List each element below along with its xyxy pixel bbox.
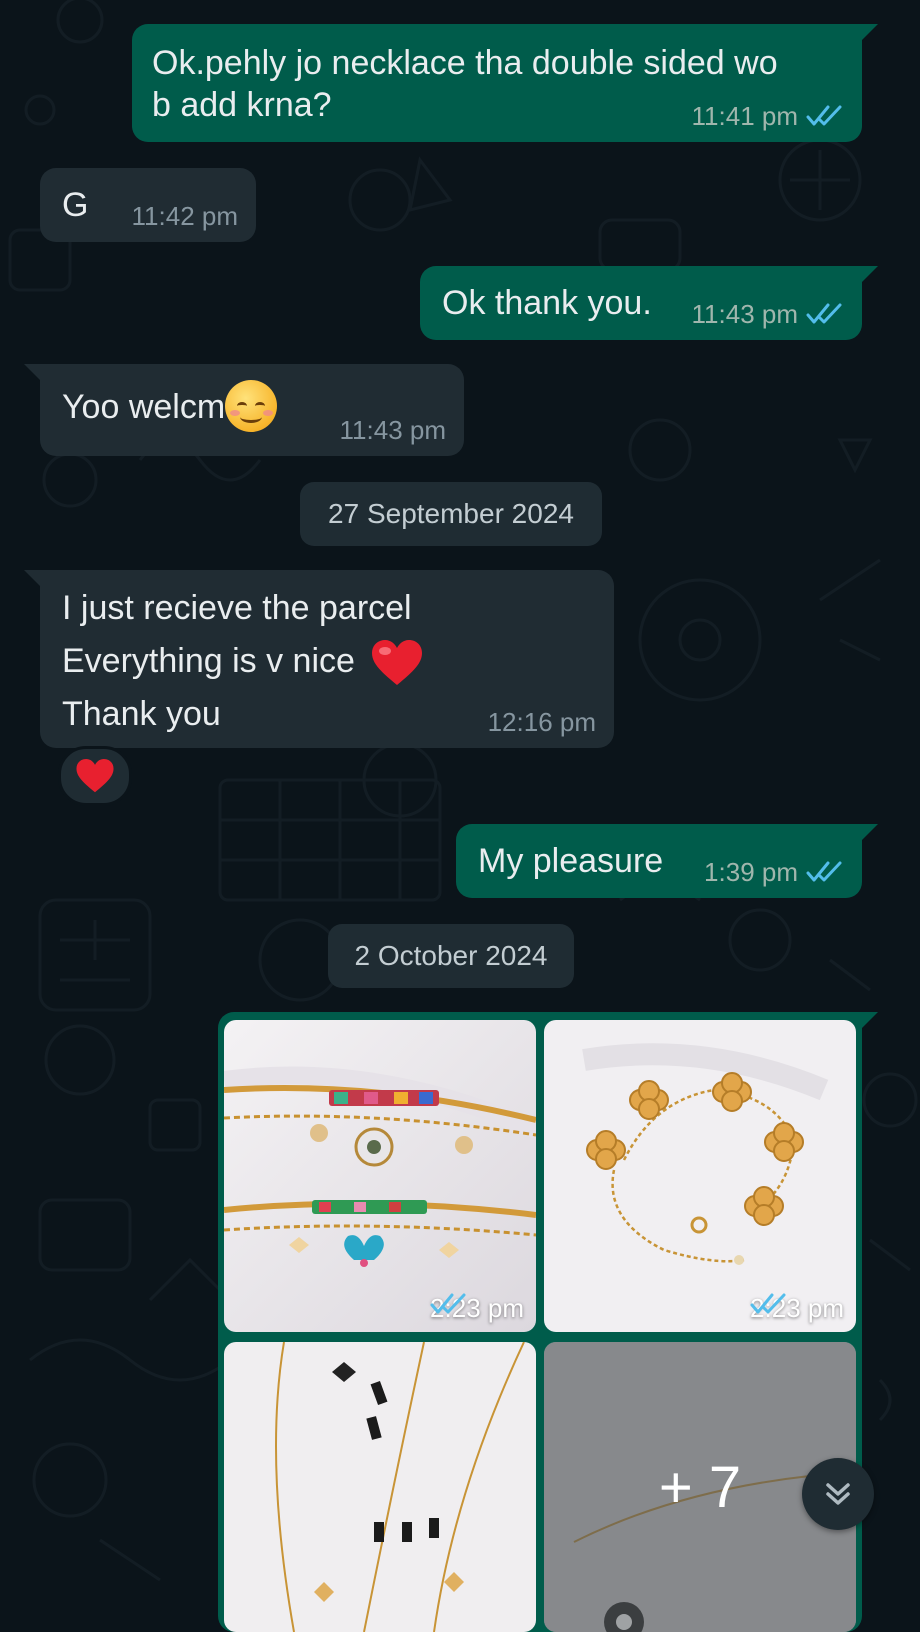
photo-tile-clover-bracelet[interactable]: 2:23 pm [544, 1020, 856, 1332]
read-receipt-icon [806, 303, 842, 324]
double-chevron-down-icon [826, 1483, 850, 1505]
read-receipt-icon [806, 105, 842, 126]
message-text: Everything is v nice [62, 642, 355, 680]
read-receipt-icon [806, 861, 842, 882]
message-incoming[interactable]: G 11:42 pm [40, 168, 256, 242]
message-time: 11:42 pm [131, 201, 238, 231]
date-separator: 2 October 2024 [328, 924, 574, 988]
read-receipt-icon [750, 1293, 786, 1314]
message-outgoing[interactable]: My pleasure 1:39 pm [456, 824, 878, 898]
photo-tile-bracelets[interactable]: 2:23 pm [224, 1020, 536, 1332]
message-incoming[interactable]: I just recieve the parcel Everything is … [24, 570, 614, 748]
photo-clover-bracelet [544, 1020, 856, 1332]
red-heart-icon [76, 758, 114, 793]
photo-tile-layered-necklace[interactable] [224, 1342, 536, 1632]
message-reaction[interactable] [58, 746, 132, 806]
message-text-line: Everything is v nice [62, 635, 592, 688]
chat-area[interactable]: Ok.pehly jo necklace tha double sided wo… [0, 0, 920, 1632]
photo-bracelets [224, 1020, 536, 1332]
photo-layered-necklace [224, 1342, 536, 1632]
message-time: 11:43 pm [339, 415, 446, 445]
message-outgoing[interactable]: Ok thank you. 11:43 pm [420, 266, 878, 340]
message-time: 12:16 pm [487, 707, 596, 737]
media-album[interactable]: 2:23 pm 2:23 pm + 7 [218, 1012, 878, 1632]
smiling-face-icon [225, 380, 278, 433]
red-heart-icon [372, 640, 423, 686]
message-time: 1:39 pm [704, 857, 798, 887]
message-time: 11:41 pm [691, 101, 798, 131]
message-text: Ok thank you. [442, 284, 652, 322]
message-outgoing[interactable]: Ok.pehly jo necklace tha double sided wo… [132, 24, 878, 142]
message-text: Yoo welcm [62, 388, 226, 426]
message-incoming[interactable]: Yoo welcm 11:43 pm [24, 364, 464, 456]
message-text-line: I just recieve the parcel [62, 589, 412, 627]
message-text: G [62, 186, 89, 224]
read-receipt-icon [430, 1293, 466, 1314]
date-separator: 27 September 2024 [300, 482, 602, 546]
scroll-to-bottom-button[interactable] [802, 1458, 874, 1530]
message-text: My pleasure [478, 842, 664, 880]
message-time: 11:43 pm [691, 299, 798, 329]
